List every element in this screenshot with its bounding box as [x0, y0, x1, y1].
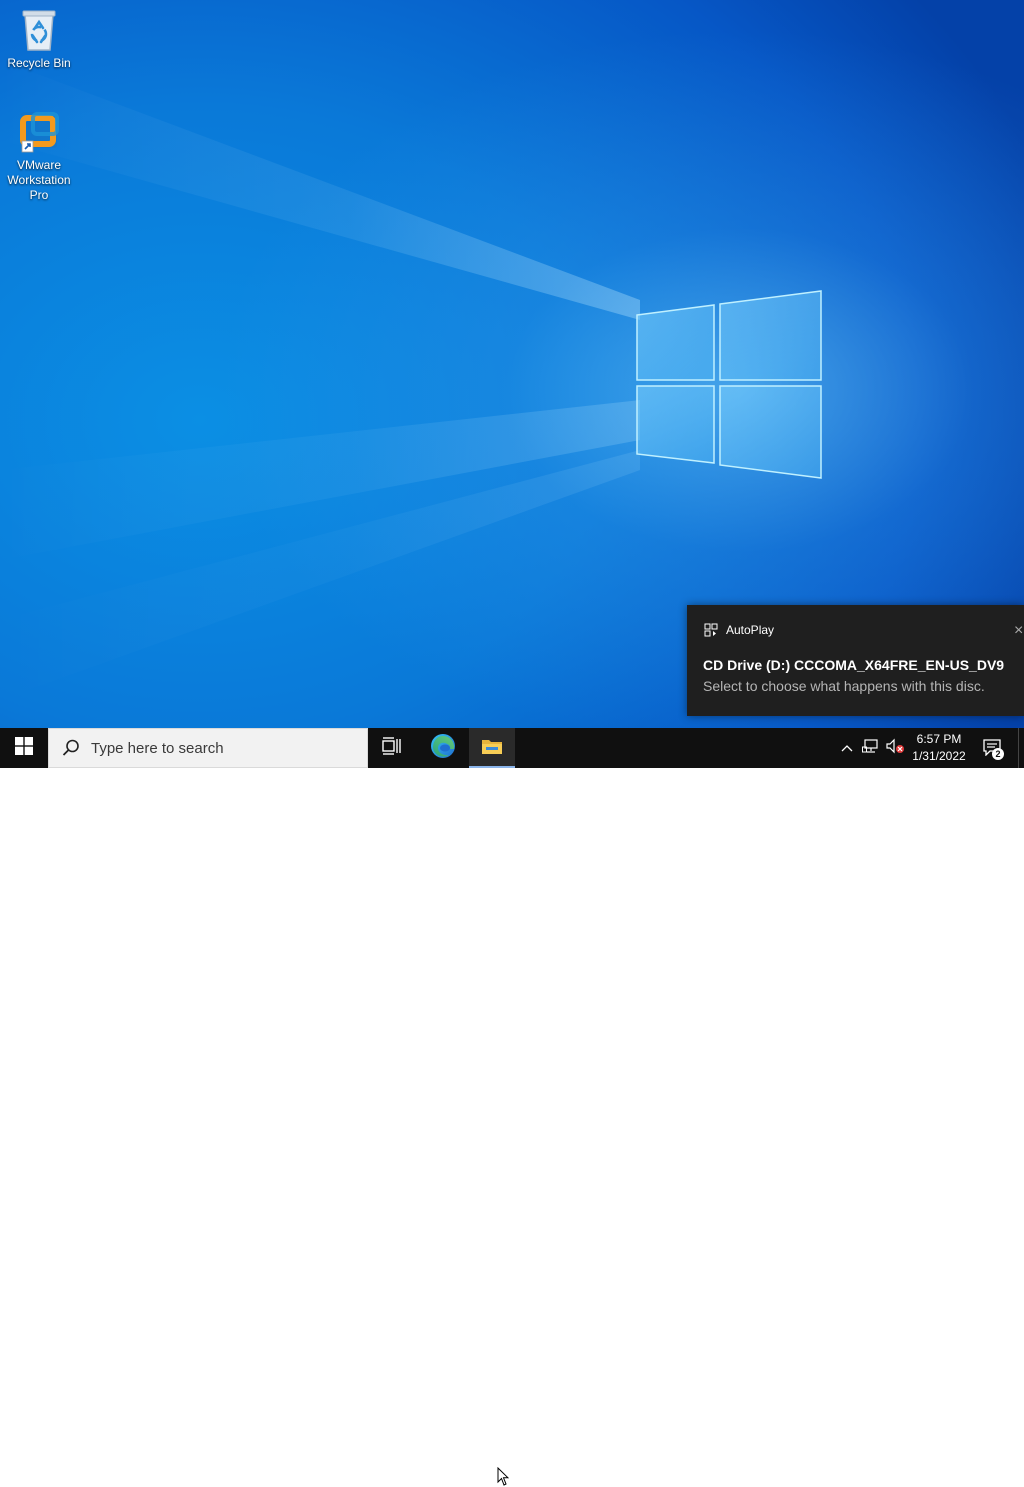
vmware-workstation-icon: [15, 108, 63, 156]
desktop-icon-label: Recycle Bin: [7, 56, 71, 70]
close-icon[interactable]: ×: [1014, 621, 1024, 641]
taskbar-clock[interactable]: 6:57 PM 1/31/2022: [908, 728, 970, 768]
taskbar-search-box[interactable]: [48, 728, 368, 768]
edge-icon: [430, 733, 456, 764]
search-input[interactable]: [89, 738, 353, 758]
clock-time: 6:57 PM: [916, 732, 962, 746]
edge-taskbar-button[interactable]: [420, 728, 466, 768]
file-explorer-icon: [481, 736, 503, 761]
desktop-icon-recycle-bin[interactable]: Recycle Bin: [1, 6, 77, 71]
recycle-bin-icon: [15, 6, 63, 54]
start-button[interactable]: [0, 728, 48, 768]
task-view-icon: [382, 736, 402, 760]
action-center-button[interactable]: 2: [978, 728, 1008, 768]
notification-title: CD Drive (D:) CCCOMA_X64FRE_EN-US_DV9: [703, 657, 1005, 673]
windows-logo-graphic: [636, 290, 822, 479]
desktop-icon-label: VMware Workstation Pro: [7, 158, 71, 202]
network-icon: [862, 738, 880, 759]
notification-header: AutoPlay: [704, 623, 774, 637]
notification-app-name: AutoPlay: [726, 623, 775, 637]
file-explorer-taskbar-button[interactable]: [469, 728, 515, 768]
clock-date: 1/31/2022: [912, 749, 966, 763]
mouse-cursor-icon: [497, 1467, 509, 1486]
autoplay-icon: [704, 623, 718, 637]
network-tray-button[interactable]: [860, 728, 882, 768]
show-desktop-button[interactable]: [1018, 728, 1024, 768]
taskbar: 6:57 PM 1/31/2022 2: [0, 728, 1024, 1486]
chevron-up-icon: [841, 739, 853, 757]
volume-muted-icon: [885, 738, 905, 759]
windows-start-icon: [15, 736, 33, 760]
desktop-icon-vmware-workstation[interactable]: VMware Workstation Pro: [1, 108, 77, 203]
desktop[interactable]: Recycle Bin VMware Workstation Pro AutoP…: [0, 0, 1024, 728]
autoplay-notification[interactable]: AutoPlay × CD Drive (D:) CCCOMA_X64FRE_E…: [687, 605, 1024, 716]
search-icon: [61, 738, 81, 758]
notification-body: Select to choose what happens with this …: [703, 678, 985, 694]
task-view-button[interactable]: [369, 728, 415, 768]
show-hidden-icons-button[interactable]: [838, 728, 856, 768]
volume-tray-button[interactable]: [884, 728, 906, 768]
notification-count-badge: 2: [992, 748, 1004, 760]
